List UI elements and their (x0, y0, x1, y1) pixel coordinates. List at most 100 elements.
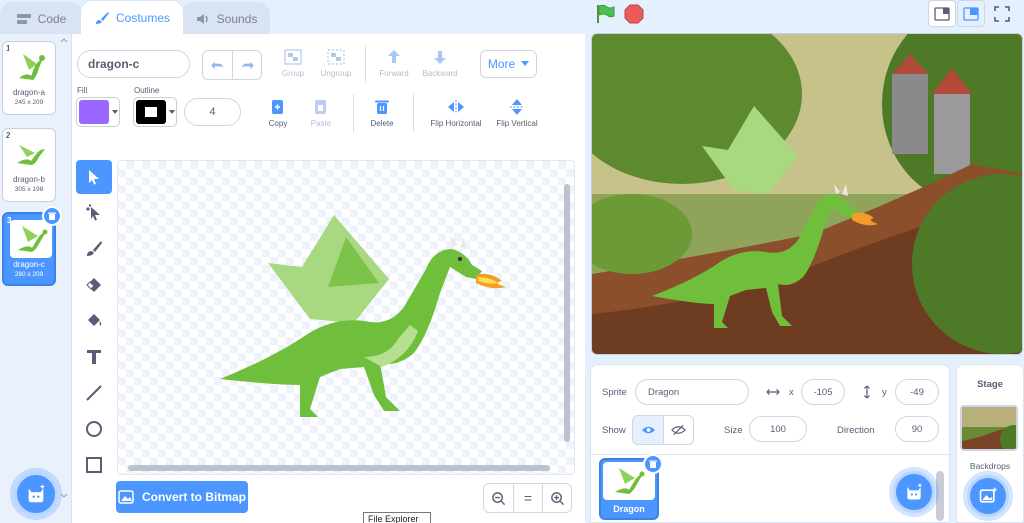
cursor-icon (89, 170, 99, 185)
costume-name-input[interactable]: dragon-c (77, 50, 190, 78)
tab-code[interactable]: Code (0, 2, 82, 34)
x-input[interactable]: -105 (801, 379, 845, 405)
fullscreen-button[interactable] (988, 0, 1016, 27)
reshape-tool[interactable] (76, 196, 112, 230)
sprite-list-scrollbar[interactable] (936, 471, 944, 521)
sprite-tile-selected[interactable]: Dragon (599, 454, 663, 520)
green-flag-button[interactable] (594, 3, 616, 28)
sprite-info: Sprite Dragon x -105 y -49 Show Size 100… (591, 365, 951, 455)
costume-size: 280 x 209 (14, 271, 44, 278)
flip-horizontal-button[interactable]: Flip Horizontal (424, 98, 488, 128)
eraser-tool[interactable] (76, 268, 112, 302)
direction-input[interactable]: 90 (895, 416, 939, 442)
zoom-out-icon (492, 491, 506, 505)
costume-size: 305 x 198 (14, 186, 44, 193)
ungroup-label: Ungroup (320, 69, 352, 78)
redo-icon (241, 61, 254, 70)
tab-sounds[interactable]: Sounds (182, 2, 270, 34)
drawing-canvas[interactable] (117, 160, 575, 475)
backdrops-label: Backdrops (969, 461, 1011, 471)
image-icon (118, 490, 134, 504)
show-visible-button[interactable] (633, 416, 663, 444)
zoom-out-button[interactable] (484, 484, 513, 512)
costume-list-scrollbar[interactable] (60, 38, 68, 498)
stage-backdrop (592, 34, 1022, 354)
select-tool[interactable] (76, 160, 112, 194)
forward-button[interactable]: Forward (374, 48, 414, 78)
more-button[interactable]: More (480, 50, 537, 78)
speaker-icon (196, 13, 208, 24)
size-input[interactable]: 100 (749, 416, 807, 442)
costume-list: 1 dragon-a 245 x 209 2 dragon-b 305 x 19… (0, 34, 72, 523)
delete-label: Delete (370, 119, 394, 128)
tab-costumes[interactable]: Costumes (80, 0, 184, 34)
circle-icon (86, 421, 102, 437)
sprite-label: Sprite (602, 387, 627, 398)
convert-to-bitmap-button[interactable]: Convert to Bitmap (116, 481, 248, 513)
costume-item[interactable]: 2 dragon-b 305 x 198 (2, 128, 56, 202)
fill-tool[interactable] (76, 304, 112, 338)
zoom-in-button[interactable] (542, 484, 571, 512)
stage-title: Stage (977, 379, 1003, 390)
flip-vertical-button[interactable]: Flip Vertical (492, 98, 542, 128)
costume-thumbnail (9, 48, 51, 86)
convert-label: Convert to Bitmap (141, 490, 246, 504)
copy-icon (272, 100, 283, 114)
zoom-controls: = (483, 483, 572, 513)
fill-color-picker[interactable] (76, 97, 120, 127)
group-icon (284, 49, 302, 65)
flip-vertical-label: Flip Vertical (496, 119, 538, 128)
forward-label: Forward (379, 69, 409, 78)
y-label: y (882, 387, 887, 398)
normal-stage-button[interactable] (957, 0, 985, 27)
choose-costume-button[interactable] (14, 472, 58, 516)
ungroup-button[interactable]: Ungroup (316, 48, 356, 78)
costume-name: dragon-b (12, 175, 46, 184)
dragon-costume[interactable] (214, 207, 514, 427)
delete-button[interactable]: Delete (364, 98, 400, 128)
costume-thumbnail (10, 220, 52, 258)
eraser-icon (86, 278, 101, 292)
stage-canvas[interactable] (591, 33, 1023, 355)
outline-color-picker[interactable] (133, 97, 177, 127)
sprite-name-input[interactable]: Dragon (635, 379, 749, 405)
separator (353, 94, 354, 132)
trash-icon (375, 100, 389, 114)
y-input[interactable]: -49 (895, 379, 939, 405)
costume-item[interactable]: 1 dragon-a 245 x 209 (2, 41, 56, 115)
stop-button[interactable] (623, 3, 645, 28)
small-stage-button[interactable] (928, 0, 956, 27)
tab-code-label: Code (37, 11, 67, 26)
costume-name: dragon-c (13, 260, 45, 269)
line-icon (86, 385, 102, 401)
group-button[interactable]: Group (276, 48, 310, 78)
zoom-reset-button[interactable]: = (513, 484, 542, 512)
trash-icon (48, 212, 56, 220)
brush-tool[interactable] (76, 232, 112, 266)
circle-tool[interactable] (76, 412, 112, 446)
show-hidden-button[interactable] (663, 416, 693, 444)
stage-selector[interactable]: Stage Backdrops (956, 364, 1024, 523)
rectangle-icon (86, 457, 102, 473)
canvas-vertical-scrollbar[interactable] (564, 184, 570, 442)
canvas-horizontal-scrollbar[interactable] (128, 465, 550, 471)
copy-label: Copy (268, 119, 288, 128)
backward-button[interactable]: Backward (418, 48, 462, 78)
outline-width-input[interactable]: 4 (184, 98, 241, 126)
text-tool[interactable] (76, 340, 112, 374)
delete-costume-button[interactable] (42, 206, 62, 226)
paste-button[interactable]: Paste (304, 98, 338, 128)
choose-backdrop-button[interactable] (967, 475, 1009, 517)
delete-sprite-button[interactable] (643, 454, 663, 474)
redo-button[interactable] (232, 51, 261, 79)
x-label: x (789, 387, 794, 398)
line-tool[interactable] (76, 376, 112, 410)
outline-label: Outline (134, 86, 160, 95)
copy-button[interactable]: Copy (262, 98, 294, 128)
fullscreen-icon (994, 5, 1010, 22)
choose-sprite-button[interactable] (893, 471, 935, 513)
costume-item-selected[interactable]: 3 dragon-c 280 x 209 (2, 206, 62, 286)
rectangle-tool[interactable] (76, 448, 112, 482)
undo-button[interactable] (203, 51, 232, 79)
horizontal-arrows-icon (766, 388, 780, 396)
